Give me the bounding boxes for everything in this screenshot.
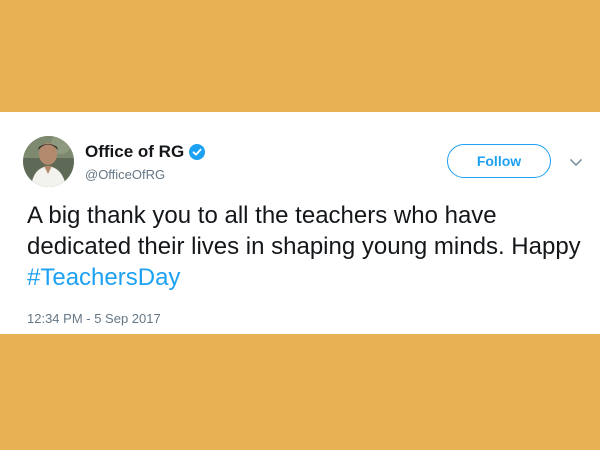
background-top bbox=[0, 0, 600, 112]
tweet-text: A big thank you to all the teachers who … bbox=[27, 200, 592, 293]
background-bottom bbox=[0, 334, 600, 450]
tweet-body: A big thank you to all the teachers who … bbox=[27, 202, 581, 260]
display-name[interactable]: Office of RG bbox=[85, 142, 184, 162]
tweet-card: Office of RG @OfficeOfRG Follow A big th… bbox=[0, 112, 600, 334]
hashtag-link[interactable]: #TeachersDay bbox=[27, 264, 180, 291]
avatar-image bbox=[23, 136, 74, 187]
follow-button[interactable]: Follow bbox=[447, 144, 551, 178]
avatar[interactable] bbox=[23, 136, 74, 187]
chevron-down-icon[interactable] bbox=[569, 155, 583, 166]
tweet-timestamp[interactable]: 12:34 PM - 5 Sep 2017 bbox=[27, 311, 161, 327]
verified-badge-icon bbox=[189, 144, 206, 160]
user-handle[interactable]: @OfficeOfRG bbox=[85, 167, 165, 183]
name-row: Office of RG bbox=[85, 142, 206, 162]
